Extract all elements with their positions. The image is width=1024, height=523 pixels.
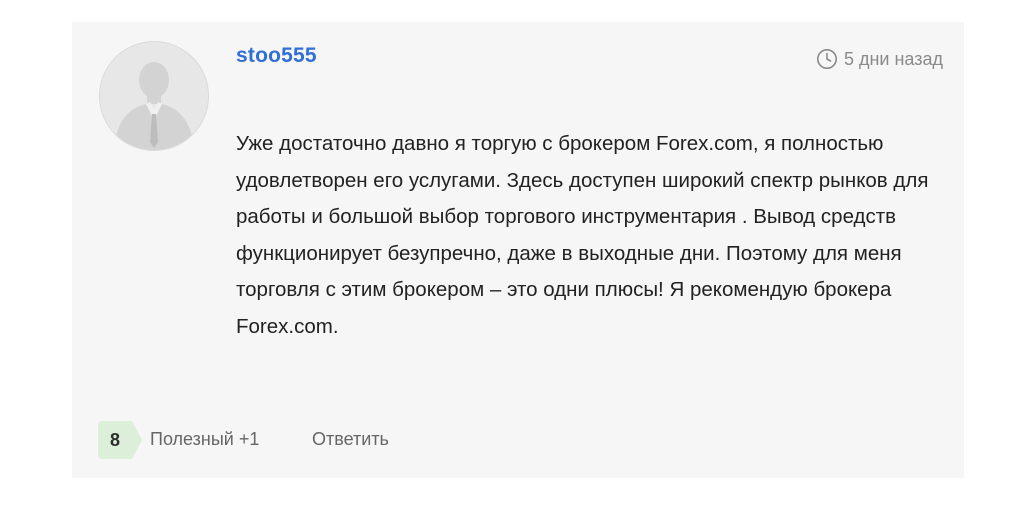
clock-icon: [816, 49, 837, 69]
comment-body: Уже достаточно давно я торгую с брокером…: [236, 132, 929, 338]
user-silhouette-icon: [100, 42, 208, 150]
comment-time-label: 5 дни назад: [843, 48, 943, 69]
rating-badge-arrow: [132, 421, 142, 459]
helpful-button[interactable]: Полезный +1: [150, 429, 259, 450]
comment-author-link[interactable]: stoo555: [236, 44, 317, 68]
avatar[interactable]: [99, 41, 209, 151]
reply-button[interactable]: Ответить: [312, 429, 389, 450]
rating-badge: 8: [98, 421, 132, 459]
comment-timestamp: 5 дни назад: [816, 48, 943, 70]
